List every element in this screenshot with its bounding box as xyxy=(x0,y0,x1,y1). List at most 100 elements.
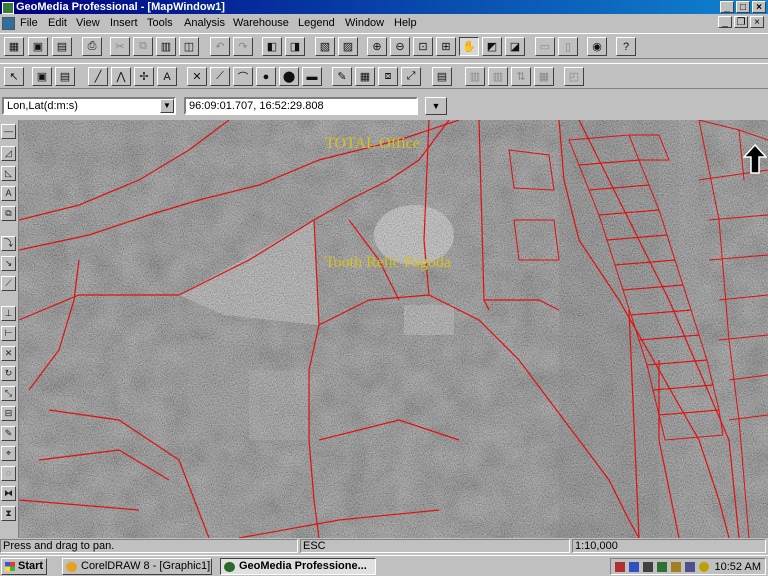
select-tool-icon[interactable]: ↖ xyxy=(4,67,24,86)
menu-edit[interactable]: Edit xyxy=(48,16,67,30)
layout-icon[interactable]: ▭ xyxy=(535,37,555,56)
coordinate-dropdown-button[interactable]: ▼ xyxy=(425,97,447,115)
offset-icon[interactable]: ⟋ xyxy=(1,276,16,291)
antivirus-icon[interactable] xyxy=(615,562,625,572)
zoom-out-icon[interactable]: ⊖ xyxy=(390,37,410,56)
pan-icon[interactable]: ✋ xyxy=(459,37,479,56)
new-geoworkspace-icon[interactable]: ▦ xyxy=(4,37,24,56)
region-icon[interactable]: ◺ xyxy=(1,166,16,181)
printer-icon[interactable] xyxy=(643,562,653,572)
select-feature-icon[interactable]: ▤ xyxy=(55,67,75,86)
query-icon[interactable]: ▦ xyxy=(534,67,554,86)
edit-icon[interactable]: ✎ xyxy=(1,426,16,441)
menu-help[interactable]: Help xyxy=(394,16,417,30)
measure-icon[interactable]: ⌖ xyxy=(1,446,16,461)
copy-map-icon[interactable]: ◫ xyxy=(179,37,199,56)
edit-geometry-icon[interactable]: ✎ xyxy=(332,67,352,86)
menu-warehouse[interactable]: Warehouse xyxy=(233,16,289,30)
draw-line-icon[interactable]: — xyxy=(1,124,16,139)
rotate-icon[interactable]: ↻ xyxy=(1,366,16,381)
properties-icon[interactable]: ▧ xyxy=(315,37,335,56)
split-icon[interactable]: ✕ xyxy=(187,67,207,86)
scale-icon[interactable]: ⤡ xyxy=(1,386,16,401)
previous-view-icon[interactable]: ◩ xyxy=(482,37,502,56)
sort-icon[interactable]: ⇅ xyxy=(511,67,531,86)
insert-text-icon[interactable]: A xyxy=(157,67,177,86)
arc-icon[interactable]: ⌒ xyxy=(233,67,253,86)
copy-icon[interactable]: ⧉ xyxy=(133,37,153,56)
insert-polyline-icon[interactable]: ⋀ xyxy=(111,67,131,86)
maximize-button[interactable]: □ xyxy=(736,1,750,13)
open-geoworkspace-icon[interactable]: ▣ xyxy=(28,37,48,56)
volume-icon[interactable] xyxy=(671,562,681,572)
menu-tools[interactable]: Tools xyxy=(147,16,173,30)
start-button[interactable]: Start xyxy=(1,558,47,575)
display-icon[interactable] xyxy=(657,562,667,572)
doc-close-button[interactable]: × xyxy=(750,16,764,28)
chevron-down-icon[interactable]: ▼ xyxy=(160,99,174,113)
analysis-icon[interactable]: ◰ xyxy=(564,67,584,86)
map-window[interactable]: TOTAL Office Tooth Relic Pagoda xyxy=(19,120,768,538)
find-icon[interactable]: ◉ xyxy=(587,37,607,56)
zoom-area-icon[interactable]: ⊡ xyxy=(413,37,433,56)
task-coreldraw[interactable]: CorelDRAW 8 - [Graphic1] xyxy=(62,558,212,575)
document-icon[interactable] xyxy=(2,17,15,30)
perpendicular-icon[interactable]: ⊥ xyxy=(1,306,16,321)
coordinate-system-select[interactable]: Lon,Lat(d:m:s) ▼ xyxy=(2,97,176,115)
cut-icon[interactable]: ✂ xyxy=(110,37,130,56)
join-icon[interactable]: ⧓ xyxy=(1,486,16,501)
select-set-tool-icon[interactable]: ▣ xyxy=(32,67,52,86)
midpoint-icon[interactable]: ⊢ xyxy=(1,326,16,341)
insert-feature-class-icon[interactable]: ◧ xyxy=(262,37,282,56)
intersect-icon[interactable]: ✕ xyxy=(1,346,16,361)
coordinate-readout[interactable]: 96:09:01.707, 16:52:29.808 xyxy=(184,97,418,115)
insert-point-icon[interactable]: ✢ xyxy=(134,67,154,86)
clock[interactable]: 10:52 AM xyxy=(715,560,761,574)
zoom-in-icon[interactable]: ⊕ xyxy=(367,37,387,56)
redo-icon[interactable]: ↷ xyxy=(233,37,253,56)
vertex-icon[interactable]: ● xyxy=(256,67,276,86)
menu-insert[interactable]: Insert xyxy=(110,16,138,30)
undo-icon[interactable]: ↶ xyxy=(210,37,230,56)
trim-icon[interactable]: ↘ xyxy=(1,256,16,271)
task-geomedia[interactable]: GeoMedia Professione... xyxy=(220,558,376,575)
doc-minimize-button[interactable]: _ xyxy=(718,16,732,28)
extend-icon[interactable]: ⟋ xyxy=(210,67,230,86)
columns-icon[interactable]: ▥ xyxy=(488,67,508,86)
menu-view[interactable]: View xyxy=(76,16,100,30)
edit-attributes-icon[interactable]: ▦ xyxy=(355,67,375,86)
point-icon[interactable]: ⬤ xyxy=(279,67,299,86)
table-icon[interactable]: ▥ xyxy=(465,67,485,86)
data-window-icon[interactable]: ▤ xyxy=(432,67,452,86)
label-icon[interactable]: ⧉ xyxy=(1,206,16,221)
minimize-button[interactable]: _ xyxy=(720,1,734,13)
area-icon[interactable]: ◿ xyxy=(1,146,16,161)
print-icon[interactable]: ⎙ xyxy=(82,37,102,56)
copy-feature-icon[interactable]: ⧈ xyxy=(378,67,398,86)
menu-analysis[interactable]: Analysis xyxy=(184,16,225,30)
insert-line-icon[interactable]: ╱ xyxy=(88,67,108,86)
save-geoworkspace-icon[interactable]: ▤ xyxy=(52,37,72,56)
align-icon[interactable]: ⊟ xyxy=(1,406,16,421)
doc-restore-button[interactable]: ❐ xyxy=(734,16,748,28)
app-icon[interactable] xyxy=(2,2,14,14)
insert-legend-icon[interactable]: ◨ xyxy=(285,37,305,56)
text-tool-icon[interactable]: A xyxy=(1,186,16,201)
menu-file[interactable]: File xyxy=(20,16,38,30)
menu-window[interactable]: Window xyxy=(345,16,384,30)
scheduler-icon[interactable] xyxy=(685,562,695,572)
help-icon[interactable]: ? xyxy=(616,37,636,56)
status-icon[interactable] xyxy=(699,562,709,572)
move-feature-icon[interactable]: ⤢ xyxy=(401,67,421,86)
line-style-icon[interactable]: ▬ xyxy=(302,67,322,86)
fit-all-icon[interactable]: ⊞ xyxy=(436,37,456,56)
select-set-icon[interactable]: ▨ xyxy=(338,37,358,56)
refresh-icon[interactable]: ◪ xyxy=(505,37,525,56)
paste-icon[interactable]: ▥ xyxy=(156,37,176,56)
spatial-icon[interactable]: ⧗ xyxy=(1,506,16,521)
menu-legend[interactable]: Legend xyxy=(298,16,335,30)
network-icon[interactable] xyxy=(629,562,639,572)
buffer-icon[interactable]: ◌ xyxy=(1,466,16,481)
snap-icon[interactable]: ⤵ xyxy=(1,236,16,251)
data-view-icon[interactable]: ▯ xyxy=(558,37,578,56)
